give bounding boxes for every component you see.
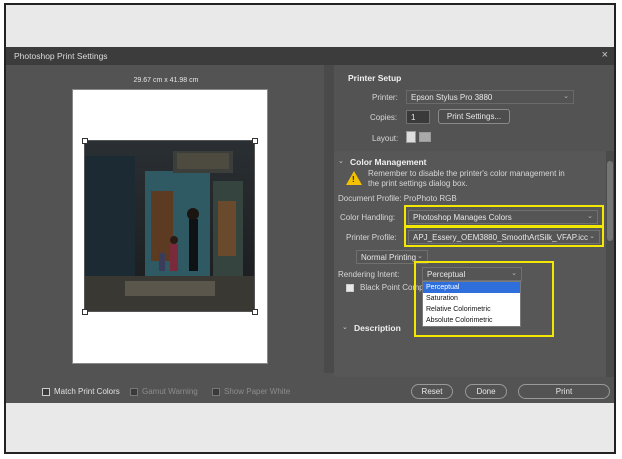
resize-handle[interactable] bbox=[252, 138, 258, 144]
printer-profile-label: Printer Profile: bbox=[346, 233, 397, 242]
gamut-warning-label: Gamut Warning bbox=[142, 387, 198, 396]
pane-divider bbox=[324, 65, 334, 373]
portrait-icon[interactable] bbox=[406, 131, 416, 143]
chevron-down-icon: ⌄ bbox=[563, 93, 569, 100]
paper-size-label: 29.67 cm x 41.98 cm bbox=[133, 77, 199, 84]
warning-mark: ! bbox=[352, 175, 355, 184]
layout-label: Layout: bbox=[372, 134, 399, 143]
printer-label: Printer: bbox=[372, 93, 398, 102]
printer-setup-title: Printer Setup bbox=[348, 73, 402, 83]
print-settings-button[interactable]: Print Settings... bbox=[438, 109, 510, 124]
description-title: Description bbox=[354, 323, 401, 333]
print-button[interactable]: Print bbox=[518, 384, 610, 399]
warning-text: Remember to disable the printer's color … bbox=[368, 169, 565, 188]
background-strip bbox=[6, 405, 614, 452]
title-bar: Photoshop Print Settings × bbox=[6, 47, 614, 65]
copies-label: Copies: bbox=[370, 113, 398, 122]
scrollbar-thumb[interactable] bbox=[607, 161, 613, 241]
close-icon[interactable]: × bbox=[602, 49, 608, 61]
show-paper-white-label: Show Paper White bbox=[224, 387, 291, 396]
done-button[interactable]: Done bbox=[465, 384, 507, 399]
match-print-colors-label: Match Print Colors bbox=[54, 387, 120, 396]
collapse-chevron-icon[interactable]: ⌄ bbox=[338, 157, 344, 165]
photo-image bbox=[85, 141, 254, 311]
rendering-intent-highlight bbox=[414, 261, 554, 337]
printer-value: Epson Stylus Pro 3880 bbox=[411, 93, 493, 102]
color-handling-label: Color Handling: bbox=[340, 213, 396, 222]
printer-profile-highlight bbox=[404, 225, 604, 247]
landscape-icon[interactable] bbox=[419, 132, 431, 142]
copies-value: 1 bbox=[411, 113, 416, 122]
color-management-title: Color Management bbox=[350, 157, 427, 167]
rendering-intent-label: Rendering Intent: bbox=[338, 270, 400, 279]
printer-select[interactable]: Epson Stylus Pro 3880 ⌄ bbox=[406, 90, 574, 104]
print-preview-pane: 29.67 cm x 41.98 cm bbox=[6, 65, 324, 364]
show-paper-white-checkbox[interactable] bbox=[212, 388, 220, 396]
reset-button[interactable]: Reset bbox=[411, 384, 453, 399]
chevron-down-icon: ⌄ bbox=[417, 253, 423, 260]
document-profile: Document Profile: ProPhoto RGB bbox=[338, 194, 457, 203]
scrollbar[interactable] bbox=[606, 151, 614, 379]
black-point-checkbox[interactable] bbox=[346, 284, 354, 292]
photo-preview[interactable] bbox=[84, 140, 255, 312]
copies-input[interactable]: 1 bbox=[406, 110, 430, 124]
resize-handle[interactable] bbox=[252, 309, 258, 315]
match-print-colors-checkbox[interactable] bbox=[42, 388, 50, 396]
resize-handle[interactable] bbox=[82, 138, 88, 144]
print-settings-dialog: Photoshop Print Settings × 29.67 cm x 41… bbox=[6, 47, 614, 403]
color-management-panel: ⌄ Color Management ! Remember to disable… bbox=[334, 151, 608, 379]
resize-handle[interactable] bbox=[82, 309, 88, 315]
paper-preview bbox=[72, 89, 268, 364]
settings-pane: Printer Setup Printer: Epson Stylus Pro … bbox=[334, 65, 614, 379]
expand-chevron-icon[interactable]: ⌄ bbox=[342, 323, 348, 331]
gamut-warning-checkbox[interactable] bbox=[130, 388, 138, 396]
normal-printing-value: Normal Printing bbox=[361, 253, 417, 262]
dialog-footer: Match Print Colors Gamut Warning Show Pa… bbox=[6, 377, 614, 403]
dialog-title: Photoshop Print Settings bbox=[14, 51, 108, 61]
